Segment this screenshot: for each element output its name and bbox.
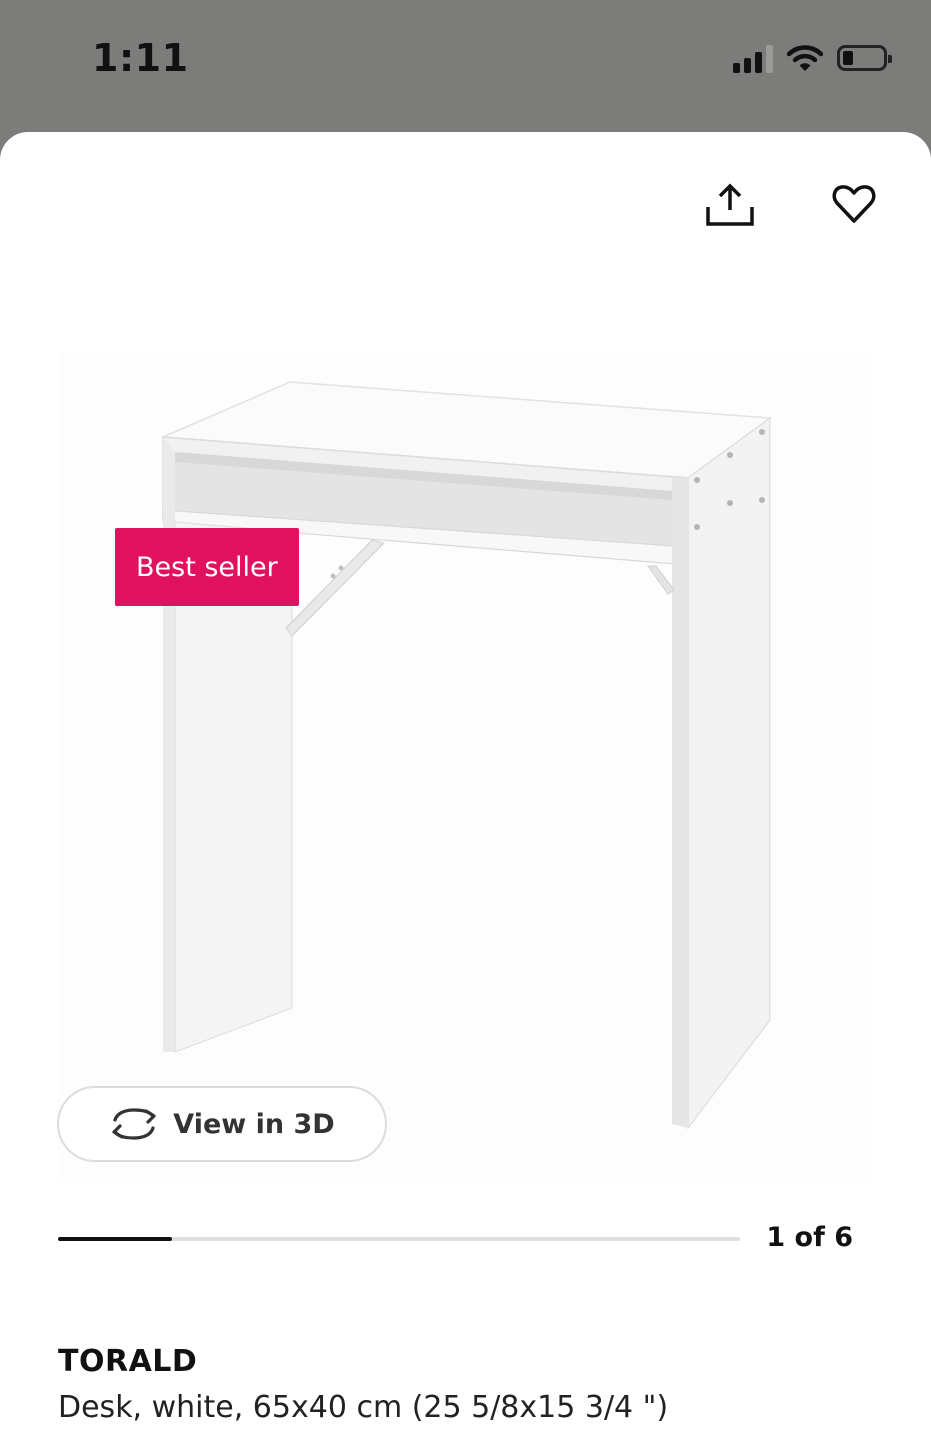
share-icon: [706, 183, 754, 226]
product-name[interactable]: TORALD: [58, 1344, 197, 1379]
view-in-3d-button[interactable]: View in 3D: [57, 1086, 387, 1162]
share-button[interactable]: [698, 172, 762, 236]
cellular-signal-icon: [733, 43, 773, 73]
gallery-progress-fill: [58, 1237, 172, 1241]
wifi-icon: [787, 45, 823, 71]
view-in-3d-label: View in 3D: [173, 1108, 335, 1140]
product-description: Desk, white, 65x40 cm (25 5/8x15 3/4 "): [58, 1390, 669, 1425]
heart-icon: [832, 185, 876, 223]
desk-illustration: [162, 381, 773, 1130]
status-time: 1:11: [92, 36, 189, 80]
gallery-counter: 1 of 6: [766, 1222, 853, 1253]
product-sheet: Best seller View in 3D 1 of 6 TORALD Des…: [0, 132, 931, 1440]
gallery-progress-track[interactable]: [58, 1237, 740, 1241]
battery-icon: [837, 45, 892, 71]
status-icons: [733, 40, 892, 76]
product-image[interactable]: Best seller: [58, 352, 873, 1182]
favorite-button[interactable]: [822, 172, 886, 236]
status-bar: 1:11: [0, 0, 931, 130]
best-seller-badge: Best seller: [115, 528, 299, 606]
rotate-3d-icon: [112, 1108, 156, 1140]
